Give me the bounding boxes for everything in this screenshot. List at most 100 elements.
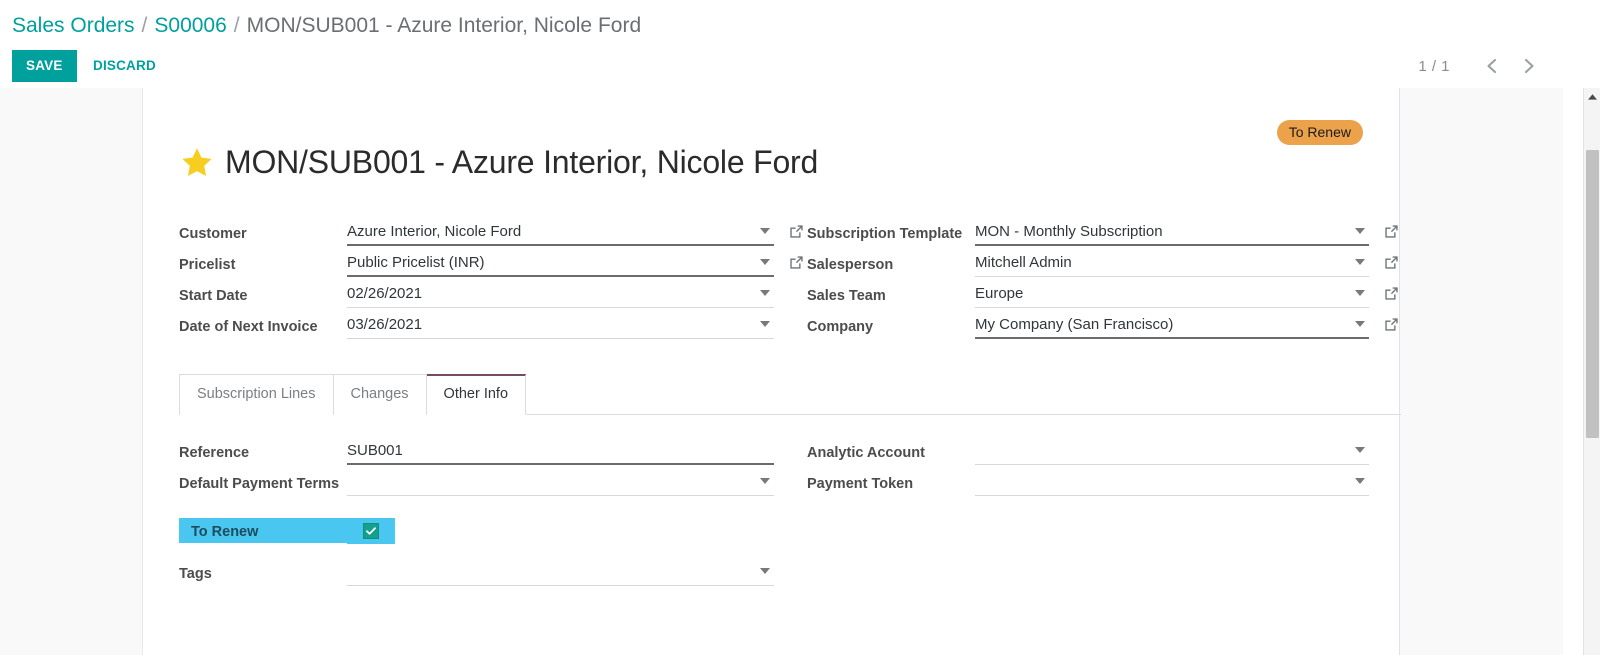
subscription-template-input[interactable]: [975, 219, 1369, 246]
chevron-down-icon[interactable]: [760, 478, 770, 484]
field-row-company: Company: [807, 312, 1398, 343]
discard-button[interactable]: DISCARD: [83, 50, 166, 82]
analytic-account-input[interactable]: [975, 438, 1369, 465]
control-start-date: [347, 281, 774, 308]
odoo-subscription-form-page: Sales Orders / S00006 / MON/SUB001 - Azure I…: [0, 0, 1600, 655]
field-row-customer: Customer: [179, 219, 803, 250]
chevron-down-icon[interactable]: [760, 321, 770, 327]
tab-panel-other-info: Reference Default Payment Terms: [179, 438, 1401, 590]
label-default-payment-terms: Default Payment Terms: [179, 476, 340, 492]
field-row-pricelist: Pricelist: [179, 250, 803, 281]
label-pricelist: Pricelist: [179, 257, 236, 273]
other-info-column-right: Analytic Account Payment Token: [774, 438, 1369, 590]
field-column-right: Subscription Template Salesperson: [774, 219, 1398, 343]
chevron-down-icon[interactable]: [760, 228, 770, 234]
control-date-of-next-invoice: [347, 312, 774, 339]
breadcrumb: Sales Orders / S00006 / MON/SUB001 - Azure I…: [12, 11, 641, 41]
external-link-icon[interactable]: [1383, 254, 1400, 271]
vertical-scrollbar[interactable]: [1583, 88, 1600, 655]
company-input[interactable]: [975, 312, 1369, 339]
control-analytic-account: [975, 438, 1369, 465]
control-tags: [347, 559, 774, 586]
pager: 1 / 1: [1418, 50, 1544, 82]
customer-input[interactable]: [347, 219, 774, 246]
control-sales-team: [975, 281, 1398, 308]
label-date-of-next-invoice: Date of Next Invoice: [179, 319, 318, 335]
external-link-icon[interactable]: [788, 254, 805, 271]
tab-other-info[interactable]: Other Info: [426, 374, 527, 415]
control-pricelist: [347, 250, 803, 277]
control-reference: [347, 438, 774, 465]
control-payment-token: [975, 469, 1369, 496]
breadcrumb-link-sales-orders[interactable]: Sales Orders: [12, 14, 135, 37]
sales-team-input[interactable]: [975, 281, 1369, 308]
field-row-payment-token: Payment Token: [807, 469, 1369, 500]
status-badge: To Renew: [1276, 120, 1363, 145]
external-link-icon[interactable]: [1383, 285, 1400, 302]
record-sheet: To Renew MON/SUB001 - Azure Interior, Ni…: [142, 88, 1401, 655]
scrollbar-thumb[interactable]: [1586, 150, 1599, 438]
chevron-down-icon[interactable]: [1355, 259, 1365, 265]
field-row-start-date: Start Date: [179, 281, 774, 312]
notebook: Subscription Lines Changes Other Info Re…: [179, 374, 1401, 586]
field-row-to-renew[interactable]: To Renew: [179, 518, 774, 549]
field-row-reference: Reference: [179, 438, 774, 469]
label-sales-team: Sales Team: [807, 288, 886, 304]
field-row-tags: Tags: [179, 559, 774, 590]
external-link-icon[interactable]: [1383, 316, 1400, 333]
control-subscription-template: [975, 219, 1398, 246]
pricelist-input[interactable]: [347, 250, 774, 277]
start-date-input[interactable]: [347, 281, 774, 308]
control-panel: SAVE DISCARD 1 / 1: [0, 50, 1600, 84]
field-row-analytic-account: Analytic Account: [807, 438, 1369, 469]
form-view-background: To Renew MON/SUB001 - Azure Interior, Ni…: [0, 88, 1563, 655]
chevron-down-icon[interactable]: [1355, 321, 1365, 327]
chevron-down-icon[interactable]: [760, 290, 770, 296]
chevron-left-icon[interactable]: [1476, 51, 1506, 81]
tab-changes[interactable]: Changes: [333, 374, 427, 415]
chevron-right-icon[interactable]: [1514, 51, 1544, 81]
pager-count: 1 / 1: [1418, 57, 1450, 75]
external-link-icon[interactable]: [788, 223, 805, 240]
field-row-date-of-next-invoice: Date of Next Invoice: [179, 312, 774, 343]
breadcrumb-link-order[interactable]: S00006: [154, 14, 226, 37]
chevron-down-icon[interactable]: [760, 259, 770, 265]
default-payment-terms-input[interactable]: [347, 469, 774, 496]
control-default-payment-terms: [347, 469, 774, 496]
checkbox-checked-icon[interactable]: [363, 523, 379, 539]
star-filled-icon[interactable]: [179, 145, 215, 181]
field-row-subscription-template: Subscription Template: [807, 219, 1398, 250]
chevron-down-icon[interactable]: [1355, 228, 1365, 234]
external-link-icon[interactable]: [1383, 223, 1400, 240]
other-info-column-left: Reference Default Payment Terms: [179, 438, 774, 590]
salesperson-input[interactable]: [975, 250, 1369, 277]
chevron-down-icon[interactable]: [1355, 290, 1365, 296]
label-start-date: Start Date: [179, 288, 248, 304]
label-salesperson: Salesperson: [807, 257, 894, 273]
date-of-next-invoice-input[interactable]: [347, 312, 774, 339]
field-column-left: Customer Pricelist: [179, 219, 803, 343]
main-field-group: Customer Pricelist: [179, 219, 1398, 343]
label-tags: Tags: [179, 566, 212, 582]
payment-token-input[interactable]: [975, 469, 1369, 496]
control-customer: [347, 219, 803, 246]
chevron-down-icon[interactable]: [1355, 478, 1365, 484]
field-row-sales-team: Sales Team: [807, 281, 1398, 312]
breadcrumb-separator-2: /: [233, 14, 240, 37]
tab-subscription-lines[interactable]: Subscription Lines: [179, 374, 334, 415]
notebook-tabs: Subscription Lines Changes Other Info: [179, 374, 1401, 415]
label-to-renew: To Renew: [179, 518, 347, 543]
chevron-down-icon[interactable]: [760, 568, 770, 574]
label-company: Company: [807, 319, 874, 335]
page-title: MON/SUB001 - Azure Interior, Nicole Ford: [225, 144, 819, 180]
chevron-down-icon[interactable]: [1355, 447, 1365, 453]
control-company: [975, 312, 1398, 339]
scroll-up-arrow-icon[interactable]: [1584, 88, 1600, 105]
save-button[interactable]: SAVE: [12, 50, 77, 82]
breadcrumb-separator-1: /: [141, 14, 148, 37]
tags-input[interactable]: [347, 559, 774, 586]
label-reference: Reference: [179, 445, 250, 461]
reference-input[interactable]: [347, 438, 774, 465]
label-customer: Customer: [179, 226, 247, 242]
to-renew-checkbox-cell[interactable]: [347, 518, 395, 544]
